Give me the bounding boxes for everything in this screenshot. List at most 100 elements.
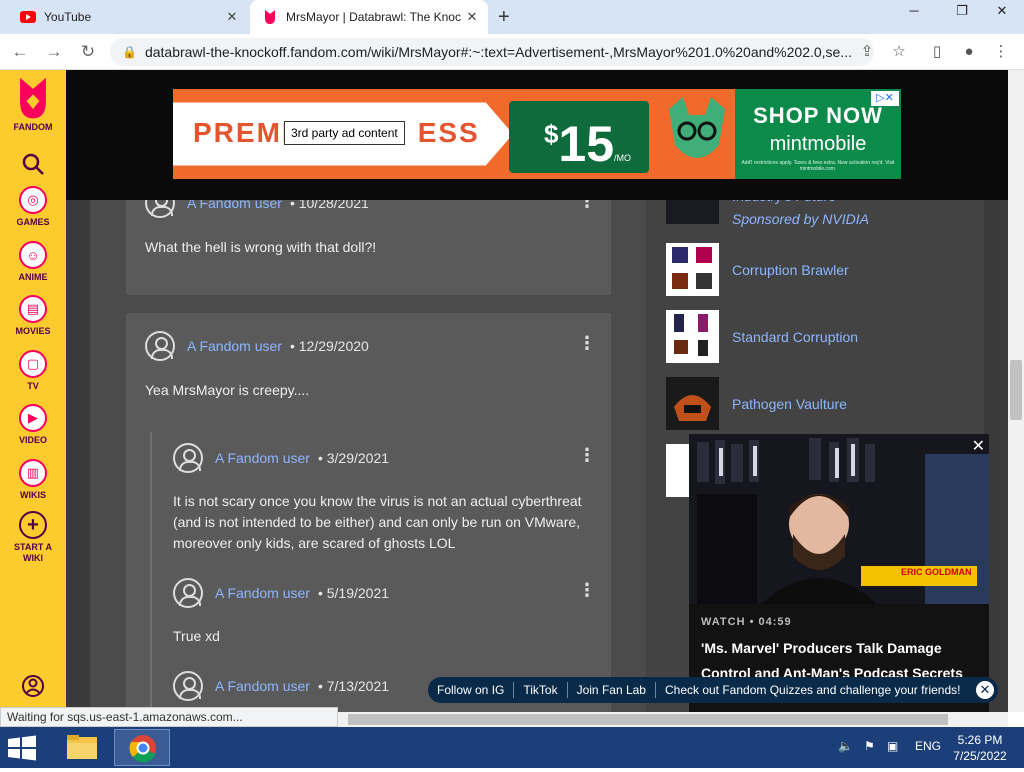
side-panel-icon[interactable]: ▯: [926, 42, 948, 64]
close-tab-icon[interactable]: ✕: [462, 9, 482, 25]
rail-label: GAMES: [16, 217, 50, 227]
ad-price-card: $15 /MO: [509, 101, 649, 173]
comment-menu-icon[interactable]: ⋮: [578, 581, 596, 599]
clock-time: 5:26 PM: [957, 733, 1003, 747]
reload-button[interactable]: ↻: [76, 40, 100, 64]
sidebar-item-standard-corruption[interactable]: Standard Corruption: [666, 310, 858, 363]
watch-text: WATCH: [701, 616, 746, 628]
sidebar-item-label: Pathogen Vaulture: [732, 395, 847, 412]
search-icon: [22, 153, 44, 175]
sidebar-item-corruption-brawler[interactable]: Corruption Brawler: [666, 243, 849, 296]
ad-cta[interactable]: SHOP NOW: [735, 103, 901, 129]
comment-date: 7/13/2021: [318, 678, 389, 694]
ad-price-symbol: $: [543, 119, 559, 149]
join-fan-lab-link[interactable]: Join Fan Lab: [568, 682, 656, 698]
vertical-scrollbar[interactable]: [1008, 70, 1024, 712]
fandom-logo-icon: [20, 77, 46, 119]
bookmark-star-icon[interactable]: ☆: [888, 42, 910, 64]
avatar-icon: [173, 578, 203, 608]
close-tab-icon[interactable]: ✕: [222, 9, 242, 25]
character-thumbnail: [666, 243, 719, 296]
comment-user[interactable]: A Fandom user: [215, 450, 310, 466]
file-explorer-icon[interactable]: [54, 729, 110, 766]
rail-label: FANDOM: [13, 122, 53, 132]
tiktok-link[interactable]: TikTok: [514, 682, 568, 698]
watch-label: WATCH • 04:59: [701, 616, 792, 628]
comment-date: 12/29/2020: [290, 338, 369, 354]
forward-button[interactable]: →: [42, 40, 66, 64]
restore-button[interactable]: ❐: [940, 0, 984, 24]
ad-price-unit: /MO: [614, 153, 631, 163]
video-player[interactable]: ERIC GOLDMAN ✕ WATCH • 04:59 'Ms. Marvel…: [689, 434, 989, 712]
reply-thread-line: [150, 432, 152, 712]
sidebar-item-pathogen-vaulture[interactable]: Pathogen Vaulture: [666, 377, 847, 430]
flag-icon[interactable]: ⚑: [864, 739, 875, 753]
comment-body: Yea MrsMayor is creepy....: [145, 382, 310, 398]
rail-tv[interactable]: ▢ TV: [0, 350, 66, 391]
new-tab-button[interactable]: +: [498, 6, 510, 29]
comment-user[interactable]: A Fandom user: [187, 338, 282, 354]
comment-body: What the hell is wrong with that doll?!: [145, 239, 377, 255]
scroll-thumb[interactable]: [1010, 360, 1022, 420]
fandom-home-link[interactable]: FANDOM: [0, 76, 66, 132]
system-clock[interactable]: 5:26 PM 7/25/2022: [948, 732, 1012, 764]
character-thumbnail: [666, 310, 719, 363]
windows-start-icon[interactable]: [6, 735, 38, 761]
ad-price-value: 15: [558, 116, 615, 172]
plus-circle-icon: +: [19, 511, 47, 539]
menu-kebab-icon[interactable]: ⋮: [990, 42, 1012, 64]
follow-ig-link[interactable]: Follow on IG: [428, 682, 515, 698]
comment-user[interactable]: A Fandom user: [215, 585, 310, 601]
rail-account[interactable]: [0, 674, 66, 700]
rail-label: ANIME: [18, 272, 48, 282]
tab-fandom[interactable]: MrsMayor | Databrawl: The Knoc ✕: [250, 0, 488, 34]
quizzes-link[interactable]: Check out Fandom Quizzes and challenge y…: [656, 682, 970, 698]
profile-icon[interactable]: ●: [958, 42, 980, 64]
comment-menu-icon[interactable]: ⋮: [578, 446, 596, 464]
minimize-button[interactable]: ─: [892, 0, 936, 24]
user-icon: [22, 675, 44, 697]
rail-label: VIDEO: [18, 435, 47, 445]
video-frame[interactable]: ERIC GOLDMAN ✕: [689, 434, 989, 604]
close-social-bar-icon[interactable]: ✕: [976, 681, 994, 699]
rail-anime[interactable]: ☺ ANIME: [0, 241, 66, 282]
close-window-button[interactable]: ✕: [980, 0, 1024, 24]
rail-video[interactable]: ▶ VIDEO: [0, 404, 66, 445]
comment-user[interactable]: A Fandom user: [215, 678, 310, 694]
tab-youtube[interactable]: YouTube ✕: [8, 0, 248, 34]
chrome-taskbar-icon[interactable]: [114, 729, 170, 766]
scroll-thumb[interactable]: [348, 714, 948, 725]
volume-muted-icon[interactable]: 🔈: [838, 739, 853, 753]
comment-body: It is not scary once you know the virus …: [173, 493, 582, 551]
rail-label: START A WIKI: [14, 542, 52, 563]
rail-search[interactable]: [0, 152, 66, 178]
lock-icon: 🔒: [122, 45, 137, 59]
tab-title: MrsMayor | Databrawl: The Knoc: [286, 10, 461, 24]
network-icon[interactable]: ▣: [887, 739, 898, 753]
rail-label: WIKIS: [20, 490, 46, 500]
address-bar[interactable]: 🔒 databrawl-the-knockoff.fandom.com/wiki…: [110, 38, 874, 66]
language-indicator[interactable]: ENG: [915, 739, 941, 753]
share-icon[interactable]: ⇪: [856, 42, 878, 64]
close-video-icon[interactable]: ✕: [972, 436, 985, 456]
comment-menu-icon[interactable]: ⋮: [578, 334, 596, 352]
ad-banner[interactable]: PREMI ESS $15 /MO SHOP NOW mintmobile Add…: [173, 89, 901, 179]
youtube-icon: [20, 9, 36, 25]
rail-movies[interactable]: ▤ MOVIES: [0, 295, 66, 336]
browser-toolbar: ← → ↻ 🔒 databrawl-the-knockoff.fandom.co…: [0, 34, 1024, 70]
rail-wikis[interactable]: ▥ WIKIS: [0, 459, 66, 500]
fox-mascot-icon: [669, 97, 725, 158]
horizontal-scrollbar[interactable]: [338, 712, 1008, 727]
tab-strip: YouTube ✕ MrsMayor | Databrawl: The Knoc…: [0, 0, 1024, 34]
rail-games[interactable]: ◎ GAMES: [0, 186, 66, 227]
back-button[interactable]: ←: [8, 40, 32, 64]
reply-header: A Fandom user 3/29/2021: [173, 443, 389, 473]
adchoices-close-icon[interactable]: ▷✕: [871, 91, 899, 106]
clock-date: 7/25/2022: [953, 749, 1007, 763]
comment-date: 3/29/2021: [318, 450, 389, 466]
ad-brand: mintmobile: [769, 133, 867, 155]
sidebar-item-label: Standard Corruption: [732, 328, 859, 345]
lower-third-name: ERIC GOLDMAN: [901, 567, 972, 577]
rail-start-wiki[interactable]: + START A WIKI: [0, 511, 66, 564]
fandom-icon: [262, 9, 278, 25]
